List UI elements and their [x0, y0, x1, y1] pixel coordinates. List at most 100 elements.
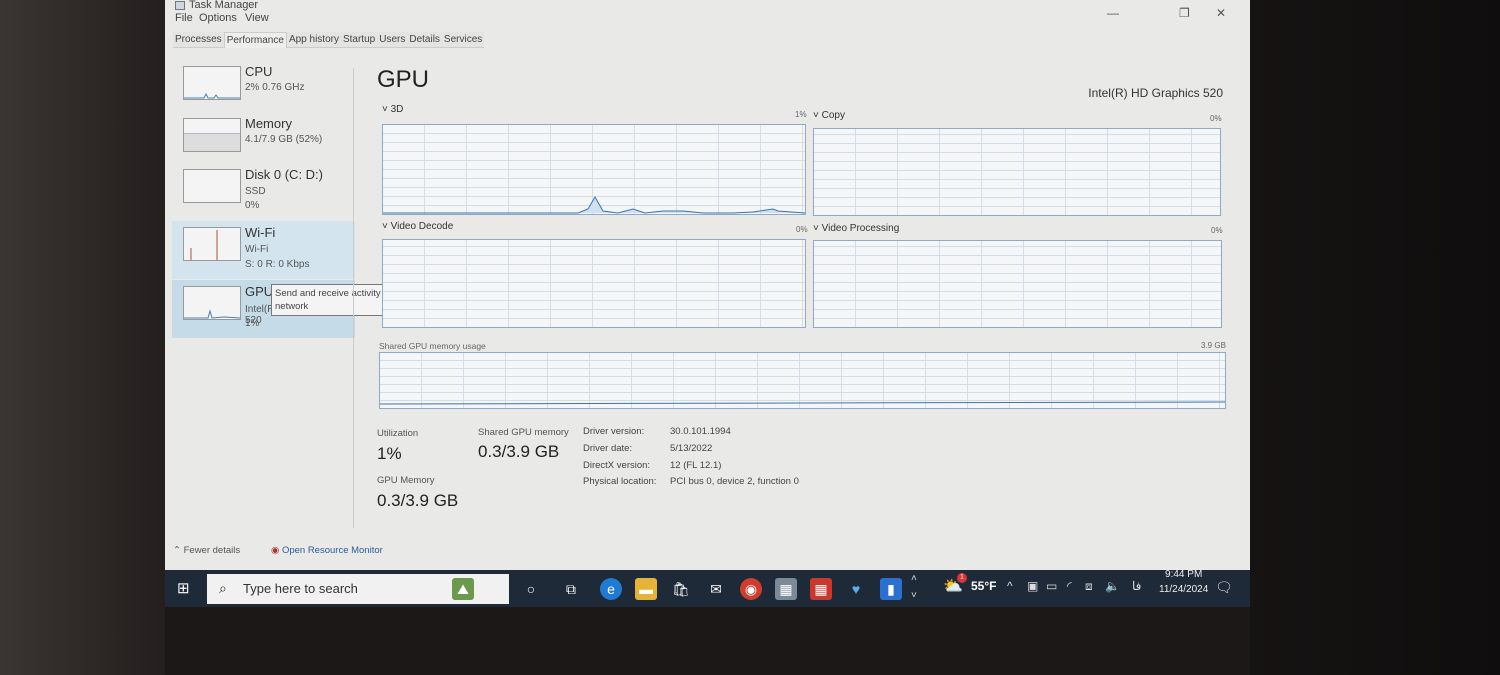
close-button[interactable]: ✕ [1216, 6, 1226, 20]
tab-users[interactable]: Users [377, 32, 408, 48]
sidebar-title: Disk 0 (C: D:) [245, 167, 323, 182]
search-icon: ⌕ [219, 580, 227, 596]
clock-date: 11/24/2024 [1159, 584, 1209, 595]
3d-usage-line [383, 196, 806, 214]
sidebar-sub: 0% [245, 200, 260, 211]
notifications-icon[interactable]: 🗨 [1215, 579, 1233, 596]
page-title: GPU [377, 66, 430, 93]
shared-memory-label: Shared GPU memory usage [379, 341, 486, 351]
detail-key: Driver date: [583, 443, 633, 454]
open-resource-monitor-link[interactable]: ◉ Open Resource Monitor [271, 545, 383, 556]
detail-value: 12 (FL 12.1) [670, 460, 722, 471]
menu-file[interactable]: File [175, 12, 193, 24]
label: Open Resource Monitor [281, 545, 383, 556]
cpu-thumbnail [183, 66, 241, 100]
divider [353, 68, 354, 528]
app-icon [175, 1, 185, 10]
detail-value: 30.0.101.1994 [670, 426, 731, 437]
sidebar-title: Wi-Fi [245, 225, 276, 240]
graph-3d [382, 124, 806, 215]
graph-label-video-processing[interactable]: ˅ Video Processing [813, 223, 899, 234]
window-title: Task Manager [189, 0, 259, 11]
utilization-label: Utilization [377, 428, 419, 439]
detail-key: Driver version: [583, 426, 645, 437]
gpu-device-name: Intel(R) HD Graphics 520 [1088, 86, 1223, 100]
weather-badge: 1 [957, 573, 967, 583]
store-icon[interactable]: 🛍 [670, 578, 692, 600]
graph-label-video-decode[interactable]: ˅ Video Decode [382, 221, 453, 232]
search-placeholder: Type here to search [243, 581, 358, 596]
graph-pct-video-processing: 0% [1211, 226, 1223, 235]
sidebar-item-wifi[interactable]: Wi-Fi Wi-Fi S: 0 R: 0 Kbps [172, 221, 355, 279]
health-icon[interactable]: ♥ [845, 578, 867, 600]
task-manager-icon[interactable]: ▦ [775, 578, 797, 600]
utilization-value: 1% [377, 444, 402, 463]
weather-temp[interactable]: 55°F [971, 579, 996, 593]
chart-app-icon[interactable]: ▮ [880, 578, 902, 600]
label: Video Decode [390, 221, 454, 232]
mail-icon[interactable]: ✉ [705, 578, 727, 600]
menu-view[interactable]: View [245, 12, 269, 24]
start-windows-icon[interactable]: ⊞ [177, 579, 190, 597]
taskbar-scroll-arrows[interactable]: ˄ ˅ [911, 570, 917, 604]
tab-processes[interactable]: Processes [173, 32, 224, 48]
file-explorer-icon[interactable]: ▬ [635, 578, 657, 600]
shared-gpu-memory-value: 0.3/3.9 GB [478, 442, 560, 461]
battery-icon[interactable]: ▭ [1046, 579, 1057, 593]
tab-details[interactable]: Details [407, 32, 442, 48]
tab-app-history[interactable]: App history [286, 32, 341, 48]
clock[interactable]: 9:44 PM 11/24/2024 [1159, 567, 1208, 597]
sidebar-item-cpu[interactable]: CPU 2% 0.76 GHz [172, 60, 355, 118]
volume-icon[interactable]: 🔈 [1105, 579, 1120, 593]
clock-time: 9:44 PM [1165, 569, 1203, 580]
sidebar-sub: S: 0 R: 0 Kbps [245, 259, 310, 270]
office-icon[interactable]: ▦ [810, 578, 832, 600]
graph-pct-video-decode: 0% [796, 225, 808, 234]
sidebar-sub: 2% 0.76 GHz [245, 82, 305, 93]
detail-key: Physical location: [583, 476, 657, 487]
graph-video-processing [813, 240, 1222, 328]
graph-shared-memory [379, 352, 1226, 409]
graph-video-decode [382, 239, 806, 328]
graph-label-copy[interactable]: ˅ Copy [813, 110, 845, 121]
sidebar-sub: 1% [245, 318, 260, 329]
sidebar-item-disk[interactable]: Disk 0 (C: D:) SSD 0% [172, 163, 355, 221]
graph-pct-3d: 1% [795, 110, 807, 119]
graph-copy [813, 128, 1221, 216]
label: Fewer details [183, 545, 241, 556]
show-hidden-icons-chevron-icon[interactable]: ^ [1007, 579, 1013, 593]
language-indicator[interactable]: فا [1132, 579, 1141, 593]
task-view-icon[interactable]: ⧉ [560, 578, 582, 600]
label: Video Processing [821, 223, 900, 234]
tab-performance[interactable]: Performance [223, 32, 287, 48]
minimize-button[interactable]: — [1107, 6, 1119, 20]
sidebar-sub: Wi-Fi [245, 244, 269, 255]
wifi-thumbnail [183, 227, 241, 261]
tab-bar: Processes Performance App history Startu… [173, 32, 485, 48]
task-manager-window: Task Manager — ❐ ✕ File Options View Pro… [165, 0, 1250, 570]
meet-now-icon[interactable]: ▣ [1027, 579, 1038, 593]
chevron-up-icon: ⌃ [173, 545, 181, 556]
cortana-icon[interactable]: ○ [520, 578, 542, 600]
tab-services[interactable]: Services [441, 32, 485, 48]
screen-record-icon[interactable]: ⧈ [1085, 579, 1093, 594]
sidebar-title: CPU [245, 64, 273, 79]
label: Copy [821, 110, 845, 121]
restore-button[interactable]: ❐ [1179, 6, 1190, 20]
gpu-memory-value: 0.3/3.9 GB [377, 491, 459, 510]
fewer-details-button[interactable]: ⌃ Fewer details [173, 545, 240, 556]
wifi-icon[interactable]: ◜ [1067, 579, 1072, 593]
tab-startup[interactable]: Startup [340, 32, 378, 48]
menu-options[interactable]: Options [199, 12, 237, 24]
screen-bezel-left [0, 0, 165, 675]
shared-memory-max: 3.9 GB [1201, 341, 1226, 350]
detail-value: PCI bus 0, device 2, function 0 [670, 476, 799, 487]
sidebar-item-memory[interactable]: Memory 4.1/7.9 GB (52%) [172, 112, 355, 170]
edge-icon[interactable]: e [600, 578, 622, 600]
graph-label-3d[interactable]: ˅ 3D [382, 104, 403, 115]
chrome-icon[interactable]: ◉ [740, 578, 762, 600]
gpu-memory-label: GPU Memory [377, 475, 435, 486]
sidebar-sub: SSD [245, 186, 266, 197]
search-highlight-icon[interactable]: ⛰ [452, 578, 474, 600]
sidebar-title: GPU [245, 284, 274, 299]
